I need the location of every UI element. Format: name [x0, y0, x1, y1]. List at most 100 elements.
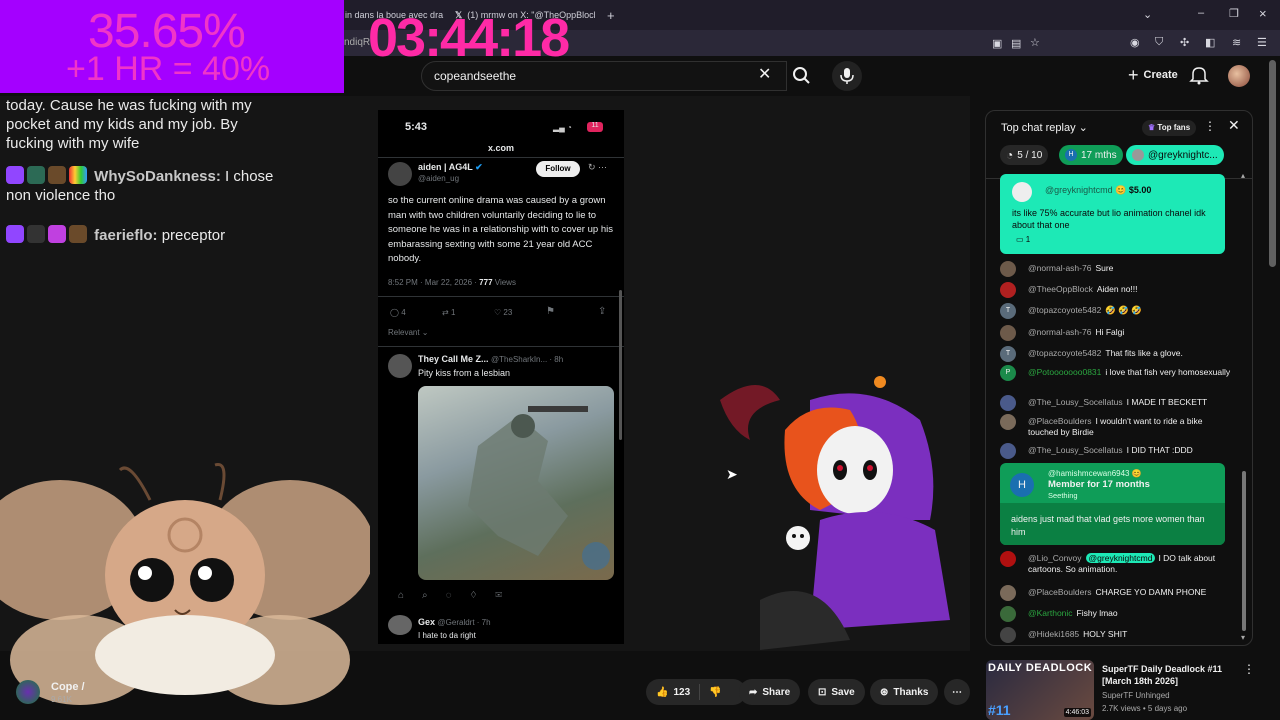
recommended-video[interactable]: DAILY DEADLOCK #11 4:46:03 SuperTF Daily… — [986, 660, 1256, 720]
top-fans-button[interactable]: ♛ Top fans — [1142, 120, 1197, 136]
create-button[interactable]: + Create — [1118, 62, 1188, 88]
menu-icon[interactable]: ≋ — [1232, 36, 1241, 49]
share-button[interactable]: ➦ Share — [739, 679, 801, 705]
sidebar-icon[interactable]: ◧ — [1205, 36, 1215, 49]
reply-author: They Call Me Z... @TheSharkIn... · 8h — [418, 354, 564, 364]
repost-count[interactable]: ⇄ 1 — [442, 308, 455, 317]
more-icon[interactable]: ↻ ⋯ — [588, 162, 607, 173]
tweet-screenshot: 5:43 ▂▄ ◔ 11 x.com aiden | AG4L ✔ @aiden… — [378, 110, 624, 644]
membership-message: H @hamishmcewan6943 😊 Member for 17 mont… — [1000, 463, 1225, 545]
chat-message: @Hideki1685 HOLY SHIT — [1000, 627, 1232, 643]
member-text: aidens just mad that vlad gets more wome… — [1011, 514, 1205, 537]
notifications-button[interactable] — [1189, 65, 1209, 90]
reply-text: Pity kiss from a lesbian — [418, 368, 511, 378]
clear-search-icon[interactable]: ✕ — [758, 64, 771, 84]
hamburger-icon[interactable]: ☰ — [1257, 36, 1267, 49]
user-avatar — [1000, 282, 1016, 298]
tab-list-icon[interactable]: ⌄ — [1143, 8, 1152, 21]
window-close-icon[interactable]: × — [1259, 6, 1267, 21]
search-button[interactable] — [787, 61, 817, 91]
reply-count[interactable]: ◯ 4 — [390, 308, 406, 317]
new-tab-button[interactable]: + — [607, 4, 615, 26]
user-avatar — [1000, 627, 1016, 643]
close-chat-icon[interactable]: ✕ — [1228, 117, 1240, 134]
follow-button[interactable]: Follow — [536, 161, 580, 177]
channel-name[interactable]: Cope / — [51, 681, 85, 693]
screenshot-icon[interactable]: ▣ — [992, 37, 1002, 50]
stream-chat-overlay: today. Cause he was fucking with my pock… — [0, 93, 288, 258]
account-icon[interactable]: ◉ — [1130, 36, 1140, 49]
avatar[interactable] — [1228, 65, 1250, 87]
thumbs-down-icon[interactable]: 👎 — [709, 687, 721, 698]
save-button[interactable]: ⊡ Save — [808, 679, 865, 705]
superchat-author: @greyknightcmd 😊 $5.00 — [1045, 185, 1152, 195]
video-menu-icon[interactable]: ⋮ — [1243, 662, 1255, 676]
user-avatar — [1000, 585, 1016, 601]
goal-overlay: 35.65% +1 HR = 40% — [0, 0, 344, 93]
subscriber-count: 9.61K — [51, 695, 72, 704]
soldier-image — [468, 406, 610, 570]
gauge-icon: ◔ — [1006, 148, 1014, 162]
extensions-icon[interactable]: ✣ — [1180, 36, 1189, 49]
chat-message: @The_Lousy_Socellatus I MADE IT BECKETT — [1000, 395, 1232, 411]
superchat-avatar — [1012, 182, 1032, 202]
shield-icon[interactable]: ⛉ — [1155, 36, 1163, 49]
like-count[interactable]: 123 — [673, 687, 690, 698]
channel-avatar[interactable] — [16, 680, 40, 704]
tweet-handle: @aiden_ug — [418, 174, 460, 183]
bottom-nav-icons[interactable]: ⌂⌕◌♢✉ — [398, 590, 608, 601]
member-title: Member for 17 months — [1048, 479, 1150, 490]
chip-score[interactable]: ◔ 5 / 10 — [1000, 145, 1049, 165]
chat-replay-panel: Top chat replay ⌄ ♛ Top fans ⋮ ✕ ◔ 5 / 10… — [985, 110, 1253, 646]
sort-relevant[interactable]: Relevant ⌄ — [388, 328, 429, 337]
thumbs-up-icon[interactable]: 👍 — [656, 687, 668, 698]
minimize-icon[interactable]: – — [1198, 7, 1204, 19]
badge-icon — [69, 225, 87, 243]
goal-bonus: +1 HR = 40% — [66, 50, 271, 88]
superchat-replies[interactable]: ▭ 1 — [1016, 235, 1030, 244]
video-thumbnail[interactable]: DAILY DEADLOCK #11 4:46:03 — [986, 660, 1094, 720]
twitch-badge-icon — [6, 225, 24, 243]
user-avatar — [1000, 551, 1016, 567]
bookmark-star-icon[interactable]: ☆ — [1030, 36, 1040, 49]
chat-message: P @Potooooooo0831 i love that fish very ho… — [1000, 365, 1232, 381]
chip-member[interactable]: H 17 mths — [1059, 145, 1123, 165]
chip-user[interactable]: @greyknightc... — [1126, 145, 1224, 165]
user-avatar — [1000, 606, 1016, 622]
user-avatar — [1000, 395, 1016, 411]
scroll-up-icon[interactable]: ▴ — [1241, 171, 1245, 180]
channel-info[interactable]: Cope / 9.61K — [16, 676, 136, 708]
video-duration: 4:46:03 — [1063, 708, 1091, 717]
member-author: @hamishmcewan6943 😊 — [1048, 469, 1142, 478]
video-channel[interactable]: SuperTF Unhinged — [1102, 691, 1170, 700]
like-count[interactable]: ♡ 23 — [494, 308, 512, 317]
more-options-icon[interactable]: ⋮ — [1204, 119, 1216, 133]
share-icon[interactable]: ⇪ — [598, 306, 606, 317]
mic-icon — [840, 68, 854, 84]
page-scrollbar[interactable] — [1269, 60, 1276, 267]
scroll-down-icon[interactable]: ▾ — [1241, 633, 1245, 642]
chat-scrollbar[interactable] — [1242, 471, 1246, 631]
thanks-button[interactable]: ⊛ Thanks — [870, 679, 939, 705]
more-actions-button[interactable]: ⋯ — [944, 679, 970, 705]
chat-message: @Lio_Convoy @greyknightcmd I DO talk about… — [1000, 551, 1232, 575]
signal-icon: ▂▄ ◔ — [553, 123, 572, 132]
badge-icon — [27, 225, 45, 243]
member-avatar: H — [1010, 473, 1034, 497]
divider — [378, 296, 624, 297]
reply2-avatar — [388, 615, 412, 635]
more-horizontal-icon: ⋯ — [952, 686, 962, 698]
voice-search-button[interactable] — [832, 61, 862, 91]
chat-mode-dropdown[interactable]: Top chat replay ⌄ — [1001, 121, 1088, 134]
bookmark-icon[interactable]: ⚑ — [546, 306, 555, 317]
restore-icon[interactable]: ❐ — [1229, 7, 1239, 20]
chat-message: @The_Lousy_Socellatus I DID THAT :DDD — [1000, 443, 1232, 459]
user-avatar — [1000, 443, 1016, 459]
badge-icon — [48, 166, 66, 184]
battery: 11 — [587, 122, 603, 132]
video-title[interactable]: SuperTF Daily Deadlock #11 [March 18th 2… — [1102, 663, 1232, 687]
page-domain: x.com — [488, 143, 515, 153]
reader-icon[interactable]: ▤ — [1011, 37, 1021, 50]
chat-message: T @topazcoyote5482 That fits like a glove. — [1000, 346, 1232, 362]
plus-icon: + — [1128, 64, 1139, 85]
